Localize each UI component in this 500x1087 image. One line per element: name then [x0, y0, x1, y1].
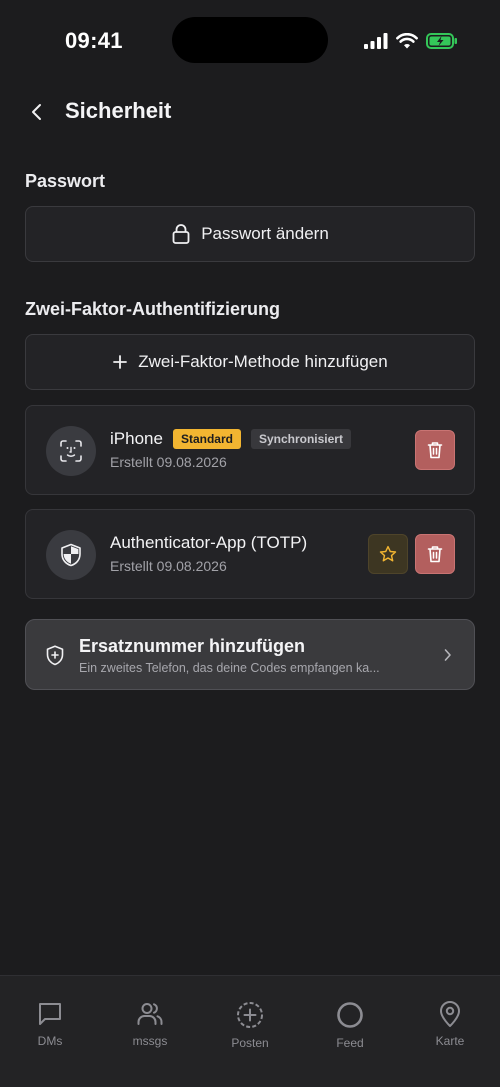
add-twofa-method-label: Zwei-Faktor-Methode hinzufügen	[138, 352, 388, 371]
chevron-left-icon	[32, 104, 41, 120]
signal-icon	[364, 33, 388, 49]
users-icon	[137, 1003, 163, 1025]
password-section-label: Passwort	[25, 171, 106, 191]
method-title-row: Authenticator-App (TOTP)	[110, 533, 307, 553]
tab-label: Feed	[336, 1036, 364, 1050]
change-password-button[interactable]: Passwort ändern	[25, 206, 475, 262]
dynamic-island	[172, 17, 328, 63]
tab-label: Posten	[231, 1036, 269, 1050]
battery-icon	[426, 33, 458, 49]
status-time: 09:41	[65, 28, 123, 53]
map-pin-icon	[440, 1001, 460, 1027]
wifi-icon	[396, 33, 418, 49]
tab-posten[interactable]: Posten	[210, 1000, 290, 1050]
backup-number-title: Ersatznummer hinzufügen	[79, 636, 306, 656]
method-avatar	[46, 426, 96, 476]
tab-bar: DMs mssgs Posten Feed Karte	[0, 975, 500, 1087]
circle-icon	[337, 1002, 363, 1028]
twofa-section-label: Zwei-Faktor-Authentifizierung	[25, 299, 280, 319]
plus-circle-icon	[237, 1002, 263, 1028]
lock-icon	[172, 224, 190, 244]
method-avatar	[46, 530, 96, 580]
delete-method-button[interactable]	[415, 534, 455, 574]
status-icons	[364, 30, 458, 52]
star-icon	[379, 545, 397, 562]
back-button[interactable]	[22, 97, 52, 127]
twofa-method-totp: Authenticator-App (TOTP) Erstellt 09.08.…	[25, 509, 475, 599]
face-id-icon	[60, 440, 82, 462]
chevron-right-icon	[444, 648, 452, 667]
twofa-method-iphone: iPhone Standard Synchronisiert Erstellt …	[25, 405, 475, 495]
trash-icon	[427, 442, 443, 459]
status-bar: 09:41	[0, 0, 500, 80]
header: Sicherheit	[0, 88, 500, 134]
add-backup-number-card[interactable]: Ersatznummer hinzufügen Ein zweites Tele…	[25, 619, 475, 690]
shield-icon	[61, 543, 81, 567]
trash-icon	[427, 546, 443, 563]
tab-feed[interactable]: Feed	[310, 1000, 390, 1050]
page-title: Sicherheit	[65, 98, 172, 123]
tab-dms[interactable]: DMs	[10, 1000, 90, 1048]
tab-karte[interactable]: Karte	[410, 1000, 490, 1048]
method-created-date: Erstellt 09.08.2026	[110, 558, 227, 574]
chat-bubble-icon	[39, 1003, 61, 1025]
method-name: Authenticator-App (TOTP)	[110, 533, 308, 552]
backup-number-subtitle: Ein zweites Telefon, das deine Codes emp…	[79, 661, 380, 675]
tab-label: Karte	[435, 1034, 465, 1048]
tab-label: mssgs	[132, 1034, 168, 1048]
shield-plus-icon	[46, 645, 64, 671]
change-password-label: Passwort ändern	[201, 224, 329, 243]
add-twofa-method-button[interactable]: Zwei-Faktor-Methode hinzufügen	[25, 334, 475, 390]
method-title-row: iPhone Standard Synchronisiert	[110, 429, 351, 449]
method-created-date: Erstellt 09.08.2026	[110, 454, 227, 470]
tab-mssgs[interactable]: mssgs	[110, 1000, 190, 1048]
set-default-button[interactable]	[368, 534, 408, 574]
synced-badge: Synchronisiert	[250, 429, 351, 449]
default-badge: Standard	[172, 429, 241, 449]
plus-icon	[113, 355, 128, 369]
method-name: iPhone	[110, 429, 163, 448]
delete-method-button[interactable]	[415, 430, 455, 470]
tab-label: DMs	[37, 1034, 63, 1048]
